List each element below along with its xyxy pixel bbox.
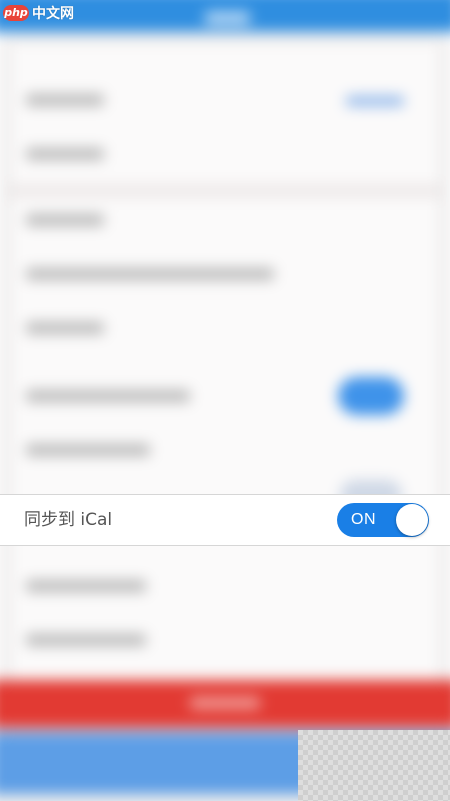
blurred-row-text xyxy=(26,94,104,106)
setting-row-label: 同步到 iCal xyxy=(24,510,113,530)
toggle-knob xyxy=(396,504,428,536)
blurred-row-text xyxy=(26,580,146,592)
toggle-state-label: ON xyxy=(351,511,376,528)
blurred-danger-button-label xyxy=(190,697,260,709)
blurred-row-text xyxy=(26,322,104,334)
blurred-row-text xyxy=(26,444,150,456)
watermark-logo: php 中文网 xyxy=(3,3,74,23)
blurred-row-link xyxy=(346,96,404,106)
blurred-section-gap xyxy=(10,184,440,198)
screen: php 中文网 同步到 iCal ON xyxy=(0,0,450,801)
blurred-row-text xyxy=(26,214,104,226)
blurred-nav-title xyxy=(205,12,250,24)
blurred-row-text xyxy=(26,390,190,402)
ical-sync-toggle[interactable]: ON xyxy=(337,503,429,537)
watermark-text: 中文网 xyxy=(32,6,74,22)
setting-row-ical-sync: 同步到 iCal ON xyxy=(0,494,450,546)
blurred-toggle xyxy=(338,377,404,415)
pixelated-overlay xyxy=(298,730,450,801)
blurred-row-text xyxy=(26,148,104,160)
blurred-background xyxy=(0,0,450,801)
blurred-row-text xyxy=(26,634,146,646)
blurred-row-text xyxy=(26,268,274,280)
watermark-badge: php xyxy=(3,5,29,21)
